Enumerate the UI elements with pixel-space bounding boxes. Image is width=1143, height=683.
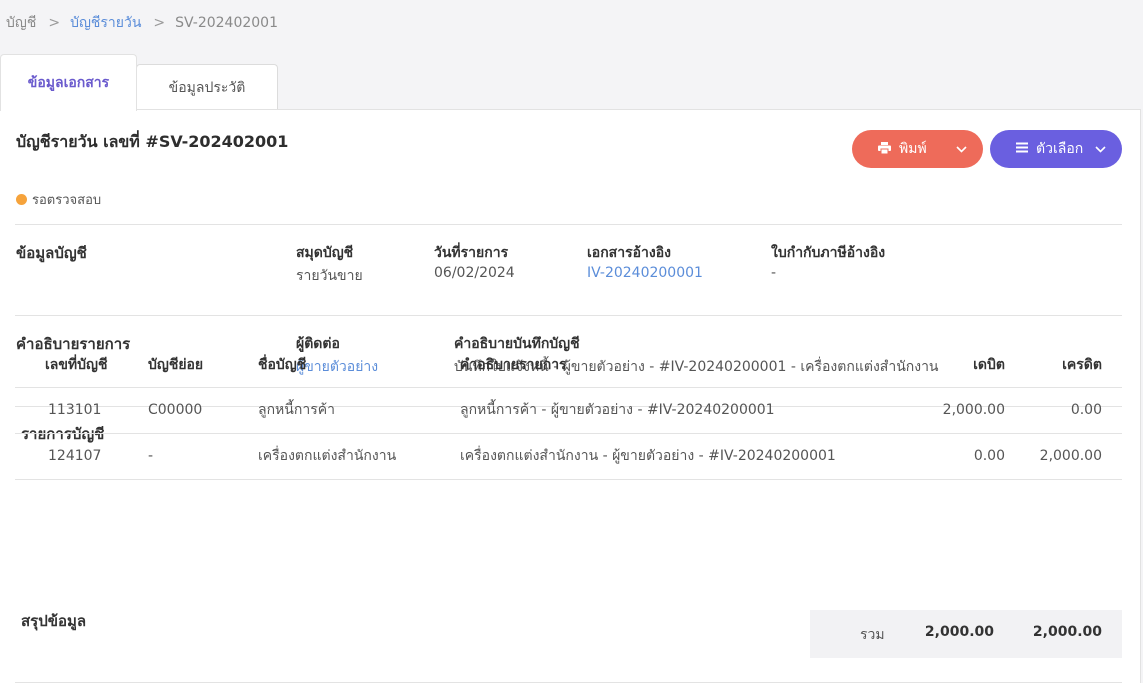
debit-cell: 0.00 [885,433,1009,480]
total-debit: 2,000.00 [924,624,994,640]
status-badge: รอตรวจสอบ [16,189,101,210]
tab-document-info[interactable]: ข้อมูลเอกสาร [0,54,137,111]
transaction-date-label: วันที่รายการ [434,245,509,261]
summary-totals: รวม 2,000.00 2,000.00 [810,610,1122,658]
tab-history[interactable]: ข้อมูลประวัติ [136,64,278,110]
debit-cell: 2,000.00 [885,387,1009,434]
chevron-down-icon [1095,143,1106,156]
status-dot [16,194,27,205]
menu-icon [1016,142,1028,156]
credit-cell: 2,000.00 [1009,433,1122,480]
credit-cell: 0.00 [1009,387,1122,434]
total-credit: 2,000.00 [1032,624,1102,640]
breadcrumb-separator: > [48,15,61,31]
table-row: 113101 C00000 ลูกหนี้การค้า ลูกหนี้การค้า -… [15,387,1122,434]
ledger-label: สมุดบัญชี [296,245,354,261]
sub-account-cell: - [133,433,243,480]
tax-invoice-ref-label: ใบกำกับภาษีอ้างอิง [771,245,886,261]
breadcrumb: บัญชี > บัญชีรายวัน > SV-202402001 [6,12,278,34]
options-button[interactable]: ตัวเลือก [990,130,1122,168]
account-info-title: ข้อมูลบัญชี [16,244,87,262]
ledger-value: รายวันขาย [296,268,363,284]
breadcrumb-item-journal[interactable]: บัญชีรายวัน [70,12,141,34]
tax-invoice-ref-value: - [771,265,777,281]
sub-account-cell: C00000 [133,387,243,434]
print-button[interactable]: พิมพ์ [852,130,983,168]
breadcrumb-item-current: SV-202402001 [175,15,279,31]
printer-icon [878,141,891,157]
breadcrumb-separator: > [153,15,166,31]
print-button-label: พิมพ์ [899,141,927,157]
description-cell: เครื่องตกแต่งสำนักงาน - ผู้ขายตัวอย่าง -… [445,433,885,480]
col-description: คำอธิบายรายการ [445,343,885,388]
summary-title: สรุปข้อมูล [21,612,87,630]
table-header-row: เลขที่บัญชี บัญชีย่อย ชื่อบัญชี คำอธิบายราย… [15,343,1122,388]
transaction-date-value: 06/02/2024 [434,265,515,281]
table-row: 124107- เครื่องตกแต่งสำนักงาน เครื่องตกแต่… [15,433,1122,480]
reference-doc-label: เอกสารอ้างอิง [587,245,671,261]
col-credit: เครดิต [1009,343,1122,388]
options-button-label: ตัวเลือก [1036,141,1084,157]
total-label: รวม [860,627,885,643]
description-cell: ลูกหนี้การค้า - ผู้ขายตัวอย่าง - #IV-202… [445,387,885,434]
page-title: บัญชีรายวัน เลขที่ #SV-202402001 [16,132,289,151]
breadcrumb-item-accounting[interactable]: บัญชี [6,12,36,34]
divider [15,224,1122,225]
status-text: รอตรวจสอบ [32,193,102,208]
col-account-no: เลขที่บัญชี [15,343,133,388]
entries-table: เลขที่บัญชี บัญชีย่อย ชื่อบัญชี คำอธิบายราย… [15,343,1122,480]
col-debit: เดบิต [885,343,1009,388]
account-no-cell: 124107 [15,433,133,480]
chevron-down-icon [956,143,967,156]
account-name-cell: เครื่องตกแต่งสำนักงาน [243,433,445,480]
document-card: บัญชีรายวัน เลขที่ #SV-202402001 พิมพ์ ต… [0,109,1141,683]
account-no-cell: 113101 [15,387,133,434]
col-sub-account: บัญชีย่อย [133,343,243,388]
divider [15,315,1122,316]
reference-doc-link[interactable]: IV-20240200001 [587,265,703,281]
account-name-cell: ลูกหนี้การค้า [243,387,445,434]
col-account-name: ชื่อบัญชี [243,343,445,388]
